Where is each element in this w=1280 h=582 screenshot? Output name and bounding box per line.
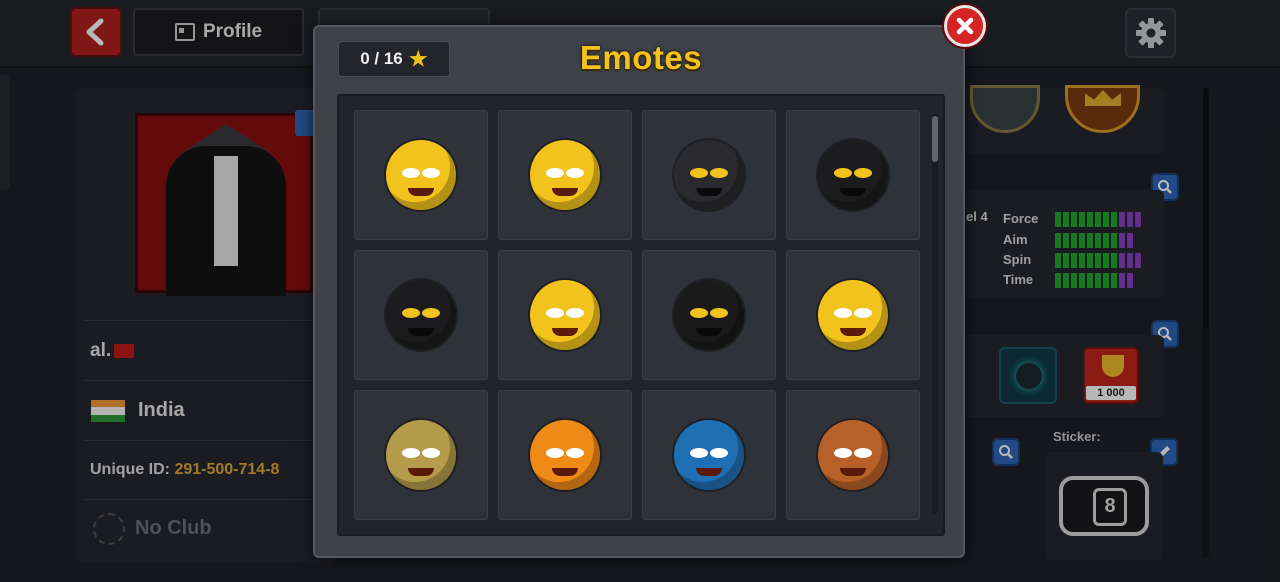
emote-eye	[854, 448, 872, 458]
emote-eye	[422, 448, 440, 458]
emote-eye	[402, 448, 420, 458]
emote-eye	[834, 448, 852, 458]
black-helmet-emote	[674, 140, 744, 210]
emote-mouth	[552, 468, 578, 476]
conical-hat-emote	[818, 140, 888, 210]
emotes-dialog: 0 / 16 Emotes	[313, 25, 965, 558]
emote-eye	[690, 168, 708, 178]
emote-cell[interactable]	[354, 250, 488, 380]
emote-cell[interactable]	[354, 110, 488, 240]
emote-eye	[854, 308, 872, 318]
emote-eye	[690, 308, 708, 318]
emote-cell[interactable]	[786, 390, 920, 520]
emote-cell[interactable]	[786, 110, 920, 240]
emote-mouth	[408, 328, 434, 336]
emote-eye	[566, 308, 584, 318]
emote-eye	[690, 448, 708, 458]
emote-mouth	[696, 468, 722, 476]
goggles-peace-emote	[386, 140, 456, 210]
emote-mouth	[552, 328, 578, 336]
black-ninja-emote	[386, 280, 456, 350]
emote-eye	[566, 168, 584, 178]
close-icon	[956, 17, 974, 35]
emote-eye	[422, 308, 440, 318]
emote-eye	[710, 308, 728, 318]
close-button[interactable]	[944, 5, 986, 47]
knight-shield-emote	[530, 140, 600, 210]
emote-cell[interactable]	[498, 110, 632, 240]
emote-eye	[566, 448, 584, 458]
luchador-mask-emote	[674, 420, 744, 490]
emote-cell[interactable]	[354, 390, 488, 520]
dialog-title: Emotes	[579, 39, 703, 76]
emote-mouth	[840, 468, 866, 476]
emote-mouth	[408, 468, 434, 476]
emote-eye	[422, 168, 440, 178]
eight-ball-shuriken-emote	[674, 280, 744, 350]
emote-eye	[710, 168, 728, 178]
emote-eye	[854, 168, 872, 178]
emote-cell[interactable]	[642, 250, 776, 380]
emote-eye	[402, 168, 420, 178]
emote-cell[interactable]	[642, 110, 776, 240]
emote-eye	[402, 308, 420, 318]
emote-scrollbar[interactable]	[932, 114, 938, 514]
masked-ninja-emote	[530, 280, 600, 350]
emote-mouth	[408, 188, 434, 196]
emote-eye	[546, 168, 564, 178]
emote-cell[interactable]	[642, 390, 776, 520]
emote-eye	[546, 448, 564, 458]
emote-eye	[710, 448, 728, 458]
emote-eye	[546, 308, 564, 318]
champion-belt-emote	[530, 420, 600, 490]
emote-cell[interactable]	[498, 250, 632, 380]
emote-grid	[354, 110, 920, 520]
emote-eye	[834, 308, 852, 318]
emote-mouth	[552, 188, 578, 196]
emote-mouth	[696, 328, 722, 336]
angry-headband-emote	[818, 420, 888, 490]
emote-eye	[834, 168, 852, 178]
emote-scrollbar-thumb[interactable]	[932, 116, 938, 162]
laurel-wreath-emote	[818, 280, 888, 350]
emote-cell[interactable]	[786, 250, 920, 380]
hooded-lantern-emote	[386, 420, 456, 490]
emote-cell[interactable]	[498, 390, 632, 520]
emote-mouth	[696, 188, 722, 196]
emote-mouth	[840, 188, 866, 196]
emote-mouth	[840, 328, 866, 336]
emote-grid-container	[337, 94, 945, 536]
